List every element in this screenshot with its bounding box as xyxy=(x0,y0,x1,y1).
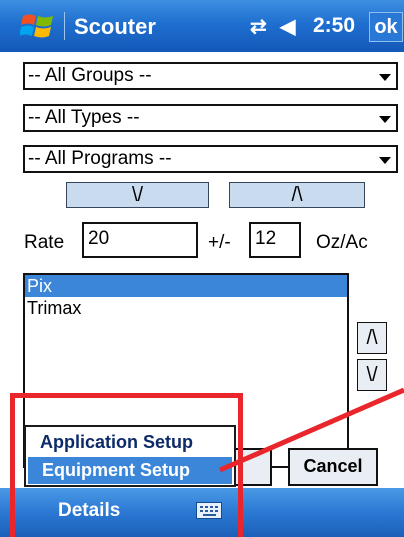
programs-dropdown[interactable]: -- All Programs -- xyxy=(23,145,398,173)
list-item[interactable]: Pix xyxy=(25,275,347,297)
chevron-down-icon xyxy=(379,157,391,164)
rate-input[interactable]: 20 xyxy=(82,222,198,258)
sort-up-button[interactable]: /\ xyxy=(229,182,365,208)
programs-dropdown-value: -- All Programs -- xyxy=(28,148,172,169)
move-up-button[interactable]: /\ xyxy=(357,322,387,354)
groups-dropdown-value: -- All Groups -- xyxy=(28,65,152,86)
list-item[interactable]: Trimax xyxy=(25,297,347,319)
title-separator xyxy=(64,12,65,40)
move-down-button[interactable]: \/ xyxy=(357,359,387,391)
tolerance-label: +/- xyxy=(208,232,231,253)
highlight-box xyxy=(10,393,243,537)
chevron-down-icon xyxy=(379,116,391,123)
cancel-button[interactable]: Cancel xyxy=(288,448,378,486)
groups-dropdown[interactable]: -- All Groups -- xyxy=(23,62,398,90)
sort-down-button[interactable]: \/ xyxy=(66,182,209,208)
tolerance-input[interactable]: 12 xyxy=(249,222,301,258)
volume-icon[interactable]: ◀ xyxy=(280,14,295,39)
windows-flag-icon[interactable] xyxy=(20,10,56,42)
clock[interactable]: 2:50 xyxy=(313,14,355,38)
title-bar: Scouter ⇄ ◀ 2:50 ok xyxy=(0,0,404,52)
app-title: Scouter xyxy=(74,14,156,39)
connectivity-icon[interactable]: ⇄ xyxy=(250,14,267,39)
chevron-down-icon xyxy=(379,74,391,81)
types-dropdown-value: -- All Types -- xyxy=(28,107,140,128)
unit-label: Oz/Ac xyxy=(316,232,368,253)
ok-button[interactable]: ok xyxy=(369,12,403,42)
rate-label: Rate xyxy=(24,232,65,253)
types-dropdown[interactable]: -- All Types -- xyxy=(23,104,398,132)
